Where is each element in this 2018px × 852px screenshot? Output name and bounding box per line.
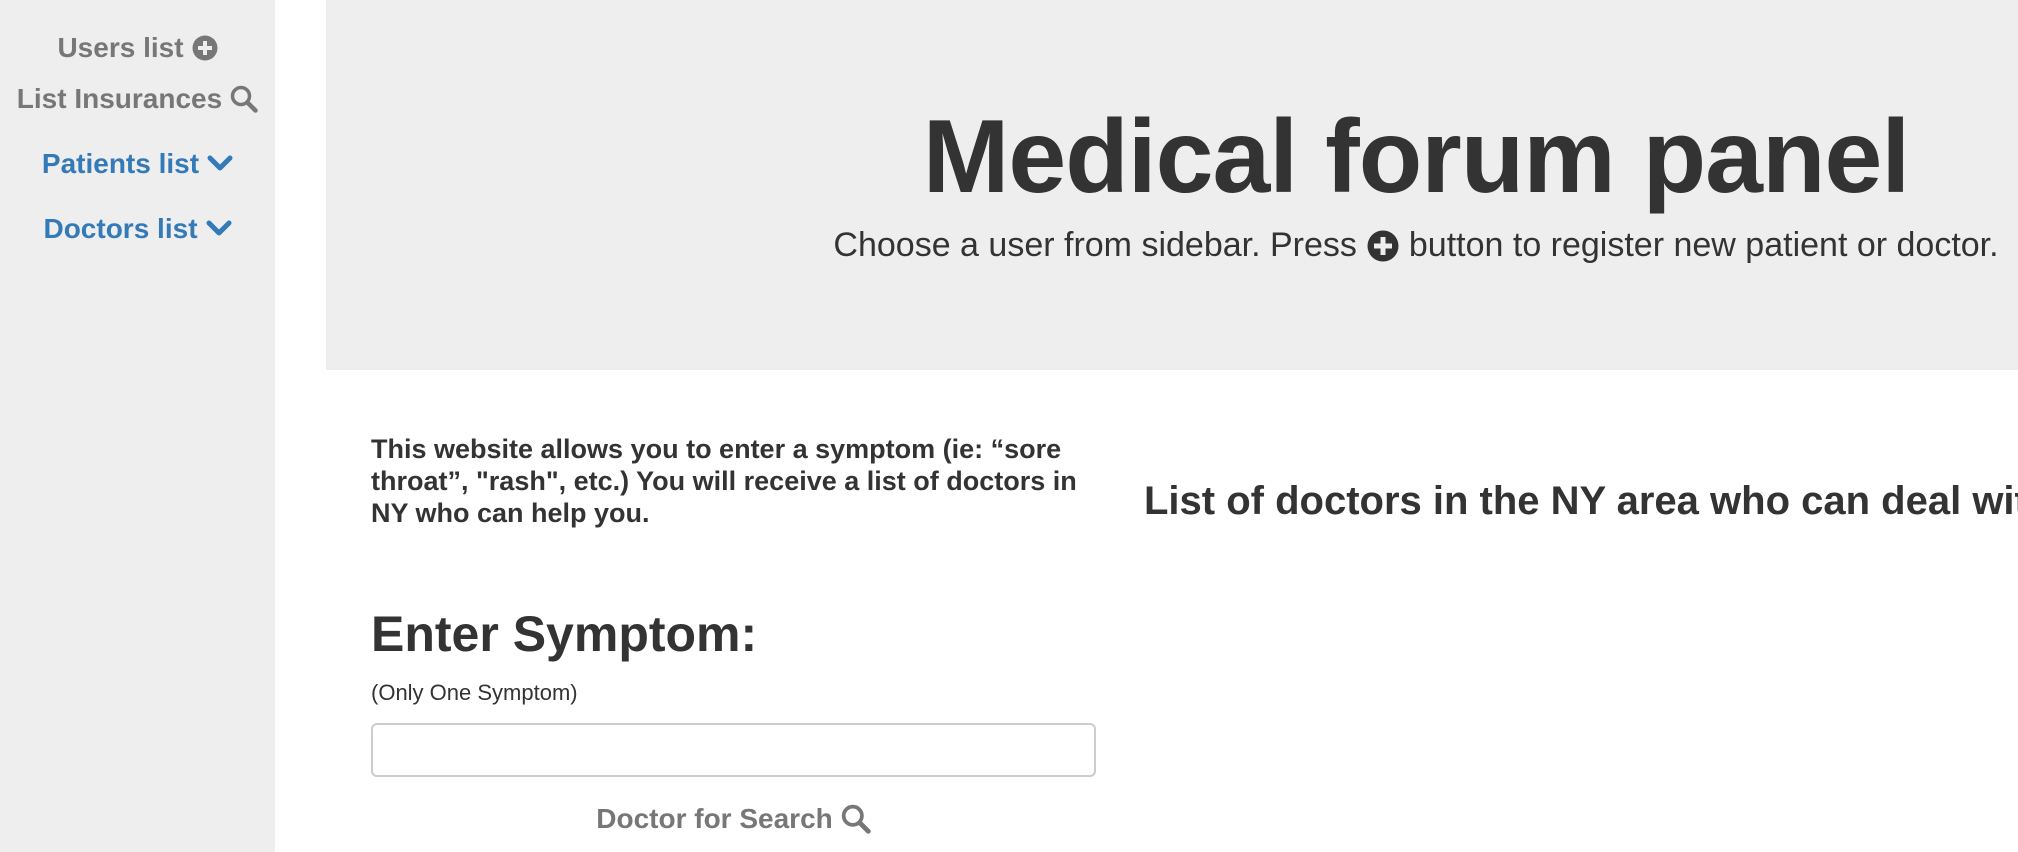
sidebar: Users list List Insurances Patients list… — [0, 0, 275, 852]
sidebar-item-label: List Insurances — [16, 83, 223, 114]
sidebar-item-list-insurances[interactable]: List Insurances — [0, 79, 275, 119]
sidebar-item-label: Patients list — [41, 148, 200, 179]
results-title-text: List of doctors in the NY area who can d… — [1144, 479, 2018, 523]
symptom-hint: (Only One Symptom) — [371, 680, 578, 705]
search-button-label: Doctor for Search — [596, 803, 833, 834]
sidebar-item-label: Doctors list — [43, 213, 198, 244]
sidebar-item-label: Users list — [57, 32, 184, 63]
results-title: List of doctors in the NY area who can d… — [1144, 479, 2018, 524]
chevron-down-icon — [206, 220, 232, 236]
chevron-down-icon — [207, 155, 233, 171]
header-panel: Medical forum panel Choose a user from s… — [326, 0, 2018, 370]
enter-symptom-heading: Enter Symptom: — [371, 606, 758, 662]
plus-circle-icon — [1367, 230, 1399, 262]
sidebar-item-users-list[interactable]: Users list — [0, 28, 275, 68]
doctor-search-button[interactable]: Doctor for Search — [371, 798, 1096, 840]
page-subtitle: Choose a user from sidebar. Press button… — [326, 226, 2018, 265]
symptom-input[interactable] — [371, 723, 1096, 777]
search-icon — [841, 804, 871, 834]
sidebar-item-patients-list[interactable]: Patients list — [0, 144, 275, 184]
subtitle-text-before: Choose a user from sidebar. Press — [833, 226, 1357, 264]
sidebar-item-doctors-list[interactable]: Doctors list — [0, 209, 275, 249]
intro-text: This website allows you to enter a sympt… — [371, 434, 1077, 528]
page-title: Medical forum panel — [922, 99, 1911, 215]
search-icon — [230, 85, 258, 113]
subtitle-text-after: button to register new patient or doctor… — [1408, 226, 1999, 264]
plus-circle-icon — [192, 35, 218, 61]
